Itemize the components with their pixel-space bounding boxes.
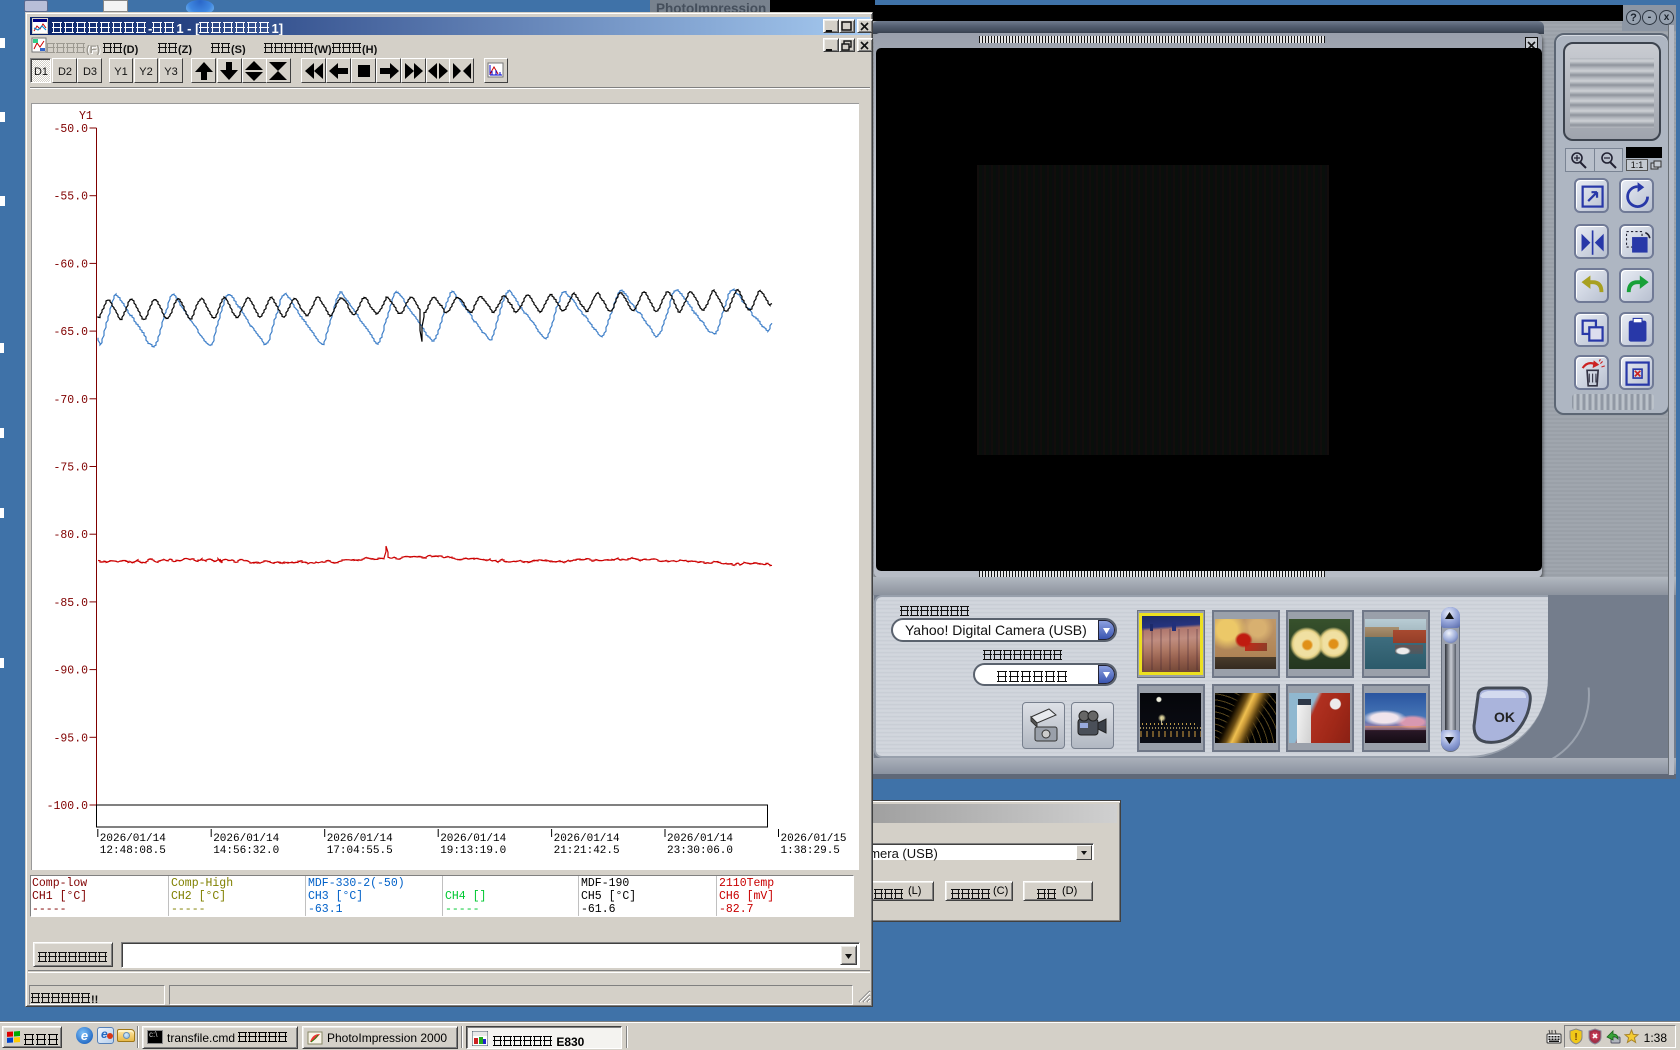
svg-text:2026/01/14: 2026/01/14 [667, 833, 733, 845]
svg-text:-50.0: -50.0 [53, 123, 88, 136]
svg-text:!: ! [1574, 1032, 1577, 1043]
svg-text:Y1: Y1 [79, 110, 93, 123]
svg-text:-85.0: -85.0 [53, 597, 88, 610]
svg-text:-55.0: -55.0 [53, 191, 88, 204]
svg-text:OK: OK [1494, 709, 1515, 725]
svg-text:2026/01/15: 2026/01/15 [781, 833, 847, 845]
svg-text:-70.0: -70.0 [53, 394, 88, 407]
svg-text:2026/01/14: 2026/01/14 [327, 833, 393, 845]
svg-text:2026/01/14: 2026/01/14 [554, 833, 620, 845]
svg-text:D3: D3 [82, 66, 96, 78]
svg-text:14:56:32.0: 14:56:32.0 [213, 845, 279, 857]
svg-text:2026/01/14: 2026/01/14 [213, 833, 279, 845]
svg-text:2026/01/14: 2026/01/14 [100, 833, 166, 845]
svg-text:Y1: Y1 [114, 66, 127, 78]
svg-text:23:30:06.0: 23:30:06.0 [667, 845, 733, 857]
svg-text:17:04:55.5: 17:04:55.5 [327, 845, 393, 857]
svg-text:D1: D1 [33, 66, 47, 78]
svg-text:-75.0: -75.0 [53, 462, 88, 475]
svg-text:-80.0: -80.0 [53, 529, 88, 542]
svg-text:21:21:42.5: 21:21:42.5 [554, 845, 620, 857]
svg-text:-100.0: -100.0 [47, 800, 89, 813]
svg-text:D2: D2 [57, 66, 71, 78]
svg-text:-95.0: -95.0 [53, 732, 88, 745]
svg-text:19:13:19.0: 19:13:19.0 [440, 845, 506, 857]
svg-text:-65.0: -65.0 [53, 326, 88, 339]
svg-text:-60.0: -60.0 [53, 258, 88, 271]
svg-text:-90.0: -90.0 [53, 665, 88, 678]
svg-text:2026/01/14: 2026/01/14 [440, 833, 506, 845]
svg-text:1:38:29.5: 1:38:29.5 [781, 845, 840, 857]
svg-text:Y2: Y2 [139, 66, 152, 78]
svg-text:Y3: Y3 [164, 66, 177, 78]
svg-text:12:48:08.5: 12:48:08.5 [100, 845, 166, 857]
